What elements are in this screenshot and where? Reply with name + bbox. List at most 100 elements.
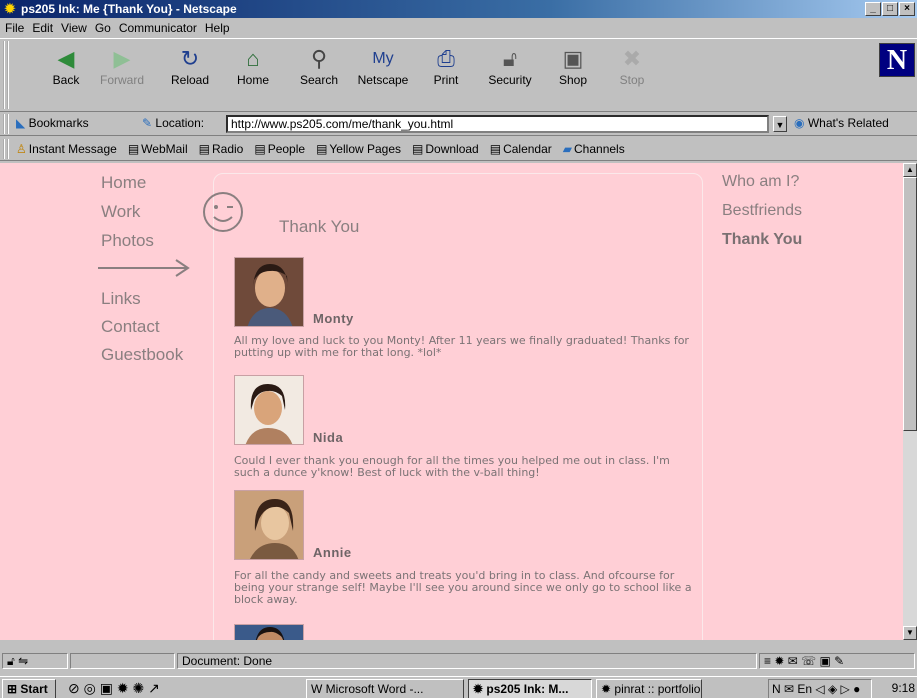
back-arrow-icon: ◀ — [57, 46, 75, 71]
instant-message-label: Instant Message — [28, 141, 117, 156]
menu-view[interactable]: View — [61, 21, 87, 35]
home-button[interactable]: ⌂ Home — [227, 45, 279, 87]
back-button[interactable]: ◀ Back — [40, 45, 92, 87]
security-label: Security — [488, 73, 532, 87]
status-text: Document: Done — [177, 653, 757, 669]
search-button[interactable]: ⚲ Search — [293, 45, 345, 87]
bookmark-icon: ▤ — [316, 141, 328, 156]
my-netscape-icon: My — [372, 50, 394, 67]
progress-cell — [70, 653, 175, 669]
nav-link-home[interactable]: Home — [101, 173, 154, 202]
whats-related-label: What's Related — [807, 116, 889, 130]
friend-name: Nida — [313, 430, 344, 445]
nav-link-guestbook[interactable]: Guestbook — [101, 345, 183, 373]
netscape-button[interactable]: My Netscape — [357, 45, 409, 87]
scroll-thumb[interactable] — [903, 177, 917, 431]
search-icon: ⚲ — [310, 46, 328, 71]
friend-name: Monty — [313, 311, 354, 326]
bookmarks-icon: ◣ — [16, 116, 26, 130]
status-lock-icon: 🔓︎ — [7, 654, 15, 668]
nav-link-who-am-i[interactable]: Who am I? — [722, 173, 802, 202]
maximize-button[interactable]: □ — [882, 2, 898, 16]
window-title: ps205 Ink: Me {Thank You} - Netscape — [21, 2, 237, 16]
url-input[interactable]: http://www.ps205.com/me/thank_you.html — [226, 115, 769, 133]
reload-icon: ↻ — [180, 46, 200, 71]
reload-button[interactable]: ↻ Reload — [164, 45, 216, 87]
shop-label: Shop — [558, 73, 588, 87]
radio-link[interactable]: ▤ Radio — [199, 142, 244, 156]
system-tray: N ✉ En ◁ ◈ ▷ ● — [768, 679, 872, 698]
location-label-text: Location: — [155, 116, 205, 130]
nav-link-photos[interactable]: Photos — [101, 231, 154, 260]
left-nav: Home Work Photos — [101, 173, 154, 260]
nav-link-thank-you[interactable]: Thank You — [722, 231, 802, 260]
netscape-taskbar-icon: ✹ — [473, 682, 484, 696]
security-status[interactable]: 🔓︎ ⇋ — [2, 653, 68, 669]
scroll-down-button[interactable]: ▼ — [903, 626, 917, 640]
person-icon: ♙ — [16, 141, 27, 156]
navigation-toolbar: ◀ Back ▶ Forward ↻ Reload ⌂ Home ⚲ Searc… — [0, 38, 917, 112]
related-icon: ◉ — [794, 116, 805, 130]
minimize-button[interactable]: _ — [865, 2, 881, 16]
quick-launch-icons: ⊘ ◎ ▣ ✹ ✺ ↗ — [68, 680, 160, 696]
print-button[interactable]: ⎙ Print — [420, 45, 472, 87]
netscape-logo: N — [879, 43, 915, 77]
friend-name: Annie — [313, 545, 352, 560]
menu-communicator[interactable]: Communicator — [119, 21, 197, 35]
nav-link-bestfriends[interactable]: Bestfriends — [722, 202, 802, 231]
channels-link[interactable]: ▰ Channels — [563, 142, 625, 156]
vertical-scrollbar[interactable]: ▲ ▼ — [903, 163, 917, 640]
whats-related-button[interactable]: ◉ What's Related — [794, 116, 889, 130]
people-link[interactable]: ▤ People — [254, 142, 305, 156]
security-button[interactable]: 🔓︎ Security — [484, 45, 536, 87]
search-label: Search — [299, 73, 339, 87]
start-button[interactable]: ⊞ Start — [2, 679, 56, 698]
page-content: Home Work Photos Links Contact Guestbook… — [0, 163, 903, 640]
taskbar-item-active-label: ps205 Ink: M... — [486, 682, 569, 696]
download-link[interactable]: ▤ Download — [412, 142, 479, 156]
bookmarks-button[interactable]: ◣ Bookmarks — [16, 116, 89, 130]
tray-icons[interactable]: N ✉ En ◁ ◈ ▷ ● — [772, 682, 860, 696]
forward-button[interactable]: ▶ Forward — [96, 45, 148, 87]
personal-grip[interactable] — [3, 139, 9, 159]
page-title: Thank You — [279, 217, 360, 236]
shop-icon: ▣ — [562, 46, 584, 71]
component-bar[interactable]: ≡ ✹ ✉ ☏ ▣ ✎ — [759, 653, 915, 669]
url-dropdown-arrow[interactable]: ▼ — [773, 116, 787, 132]
back-label: Back — [52, 73, 80, 87]
nav-link-contact[interactable]: Contact — [101, 317, 183, 345]
scroll-up-button[interactable]: ▲ — [903, 163, 917, 177]
netscape-label: Netscape — [357, 73, 409, 87]
left-nav-secondary: Links Contact Guestbook — [101, 289, 183, 373]
stop-button[interactable]: ✖ Stop — [606, 45, 658, 87]
taskbar: ⊞ Start ⊘ ◎ ▣ ✹ ✺ ↗ W Microsoft Word -..… — [0, 676, 917, 698]
webmail-link[interactable]: ▤ WebMail — [128, 142, 188, 156]
taskbar-item-word[interactable]: W Microsoft Word -... — [306, 679, 464, 698]
friend-photo — [234, 624, 304, 640]
menu-help[interactable]: Help — [205, 21, 230, 35]
quick-launch[interactable]: ⊘ ◎ ▣ ✹ ✺ ↗ — [68, 680, 160, 697]
yellow-pages-link[interactable]: ▤ Yellow Pages — [316, 142, 401, 156]
calendar-link[interactable]: ▤ Calendar — [490, 142, 552, 156]
clock: 9:18 AM — [891, 681, 915, 695]
taskbar-item-portfolio[interactable]: ✹ pinrat :: portfolio ... — [596, 679, 702, 698]
menu-edit[interactable]: Edit — [32, 21, 53, 35]
nav-link-links[interactable]: Links — [101, 289, 183, 317]
people-label: People — [267, 141, 306, 156]
print-label: Print — [433, 73, 459, 87]
channels-icon: ▰ — [562, 141, 573, 156]
instant-message-link[interactable]: ♙ Instant Message — [16, 142, 117, 156]
shop-button[interactable]: ▣ Shop — [547, 45, 599, 87]
right-nav: Who am I? Bestfriends Thank You — [722, 173, 802, 260]
menu-file[interactable]: File — [5, 21, 24, 35]
location-grip[interactable] — [3, 114, 9, 134]
taskbar-item-netscape-active[interactable]: ✹ ps205 Ink: M... — [468, 679, 592, 698]
bookmark-icon: ▤ — [127, 141, 140, 156]
bookmark-icon: ▤ — [198, 141, 210, 156]
home-icon: ⌂ — [246, 46, 260, 71]
close-button[interactable]: × — [899, 2, 915, 16]
forward-arrow-icon: ▶ — [113, 46, 131, 71]
nav-link-work[interactable]: Work — [101, 202, 154, 231]
menu-go[interactable]: Go — [95, 21, 111, 35]
bookmark-icon: ▤ — [412, 141, 424, 156]
